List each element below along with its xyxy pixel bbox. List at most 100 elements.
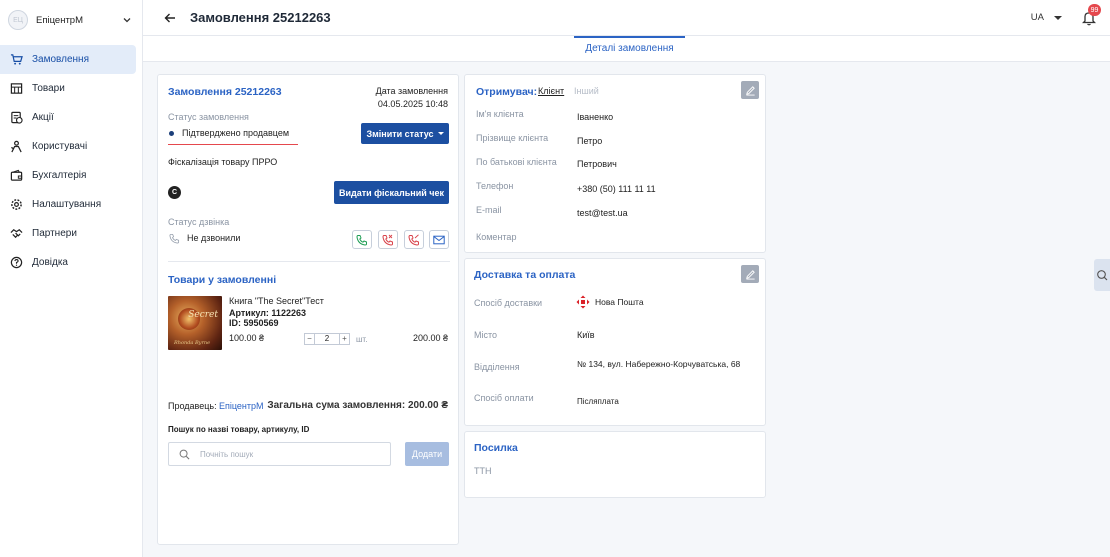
sidebar-item-settings[interactable]: Налаштування: [0, 190, 136, 219]
tab-client[interactable]: Клієнт: [538, 86, 564, 96]
language-value: UA: [1030, 12, 1044, 23]
product-sku: Артикул: 1122263: [229, 308, 306, 318]
pencil-icon: [745, 269, 755, 280]
nova-poshta-logo-icon: [576, 295, 590, 309]
order-date-label: Дата замовлення: [375, 86, 448, 96]
field-label: Телефон: [476, 181, 514, 191]
sidebar-item-help[interactable]: Довідка: [0, 248, 136, 277]
call-rejected-button[interactable]: [404, 230, 424, 249]
quantity-decrease-button[interactable]: −: [304, 333, 315, 345]
chat-search-icon: [1097, 270, 1108, 281]
field-value: Післяплата: [577, 397, 619, 406]
field-label: Прізвище клієнта: [476, 133, 549, 143]
help-icon: [10, 256, 23, 269]
fiscal-receipt-button[interactable]: Видати фіскальний чек: [334, 181, 449, 204]
field-label: Спосіб доставки: [474, 298, 543, 308]
back-arrow-icon[interactable]: [163, 11, 177, 25]
phone-rejected-icon: [408, 233, 419, 246]
order-card: Замовлення 25212263 Дата замовлення 04.0…: [157, 74, 459, 545]
sidebar-item-promotions[interactable]: Акції: [0, 103, 136, 132]
company-name: ЕпіцентрМ: [36, 14, 84, 26]
phone-missed-icon: [382, 234, 393, 246]
change-status-button[interactable]: Змінити статус: [361, 123, 449, 144]
status-dot: [169, 131, 174, 136]
seller-link[interactable]: ЕпіцентрМ: [219, 401, 264, 411]
product-name[interactable]: Книга "The Secret"Тест: [229, 296, 324, 306]
field-value: Петро: [577, 136, 603, 146]
phone-green-icon: [356, 234, 367, 246]
quantity-increase-button[interactable]: +: [339, 333, 350, 345]
support-chat-button[interactable]: [1094, 259, 1110, 291]
seller-label: Продавець:: [168, 401, 217, 411]
quantity-value[interactable]: 2: [315, 333, 339, 345]
sidebar-item-label: Акції: [32, 112, 54, 123]
product-total: 200.00 ₴: [412, 333, 448, 343]
store-icon: [10, 83, 23, 94]
caret-down-icon: [1054, 15, 1062, 20]
send-email-button[interactable]: [429, 230, 449, 249]
field-label: Відділення: [474, 362, 520, 372]
discount-icon: [11, 111, 23, 124]
call-answered-button[interactable]: [352, 230, 372, 249]
caret-down-icon: [437, 132, 444, 135]
sidebar-item-users[interactable]: Користувачі: [0, 132, 136, 161]
language-selector[interactable]: UA: [1031, 12, 1062, 23]
book-cover-author: Rhonda Byrne: [174, 340, 211, 346]
field-value: test@test.ua: [577, 208, 628, 218]
divider: [168, 261, 450, 262]
tab-order-details[interactable]: Деталі замовлення: [574, 36, 685, 62]
handshake-icon: [10, 229, 23, 239]
gear-icon: [11, 199, 22, 210]
search-label: Пошук по назві товару, артикулу, ID: [168, 425, 310, 434]
search-input[interactable]: [200, 449, 370, 459]
product-price: 100.00 ₴: [229, 333, 265, 343]
book-cover-title: Secret: [188, 310, 218, 320]
tabs-bar: Деталі замовлення: [143, 36, 1110, 62]
sidebar-item-products[interactable]: Товари: [0, 74, 136, 103]
fiscal-label: Фіскалізація товару ПРРО: [168, 157, 278, 167]
company-logo: ЕЦ: [8, 10, 28, 30]
page-title: Замовлення 25212263: [190, 10, 331, 25]
order-date-value: 04.05.2025 10:48: [377, 99, 448, 109]
call-status-value: Не дзвонили: [187, 233, 241, 243]
tab-other[interactable]: Інший: [574, 86, 599, 96]
chevron-down-icon: [123, 18, 131, 23]
sidebar-nav: Замовлення Товари Акції Користувачі Бухг…: [0, 45, 142, 277]
order-total-sum: Загальна сума замовлення: 200.00 ₴: [267, 400, 448, 411]
delivery-card: Доставка та оплата Спосіб доставки Нова …: [464, 258, 766, 426]
sidebar-item-orders[interactable]: Замовлення: [0, 45, 136, 74]
product-image[interactable]: Secret Rhonda Byrne: [168, 296, 222, 350]
order-status-label: Статус замовлення: [168, 112, 249, 122]
change-status-label: Змінити статус: [366, 128, 434, 139]
sidebar-item-label: Товари: [32, 83, 65, 94]
company-switcher[interactable]: ЕЦ ЕпіцентрМ: [0, 0, 142, 40]
field-value: Іваненко: [577, 112, 614, 122]
field-label: Ім'я клієнта: [476, 109, 524, 119]
call-missed-button[interactable]: [378, 230, 398, 249]
sidebar-item-label: Довідка: [32, 257, 68, 268]
sidebar-item-accounting[interactable]: Бухгалтерія: [0, 161, 136, 190]
order-title: Замовлення 25212263: [168, 86, 282, 98]
phone-icon: [169, 233, 180, 244]
product-search: [168, 442, 391, 466]
quantity-stepper: − 2 + шт.: [304, 333, 367, 345]
field-label: Коментар: [476, 232, 517, 242]
status-underline: [168, 144, 298, 145]
field-label: E-mail: [476, 205, 502, 215]
delivery-title: Доставка та оплата: [474, 269, 576, 281]
wallet-icon: [10, 169, 23, 181]
parcel-card: Посилка ТТН: [464, 431, 766, 498]
add-product-button[interactable]: Додати: [405, 442, 449, 466]
sidebar-item-partners[interactable]: Партнери: [0, 219, 136, 248]
edit-receiver-button[interactable]: [741, 81, 759, 99]
search-icon: [179, 449, 190, 459]
field-value: Нова Пошта: [595, 297, 644, 307]
sidebar-item-label: Партнери: [32, 228, 77, 239]
sidebar-item-label: Налаштування: [32, 199, 102, 210]
ttn-label: ТТН: [474, 466, 492, 476]
users-icon: [11, 140, 22, 153]
sidebar: ЕЦ ЕпіцентрМ Замовлення Товари Акції Кор…: [0, 0, 143, 557]
edit-delivery-button[interactable]: [741, 265, 759, 283]
call-status-label: Статус дзвінка: [168, 217, 230, 227]
product-id: ID: 5950569: [229, 318, 279, 328]
